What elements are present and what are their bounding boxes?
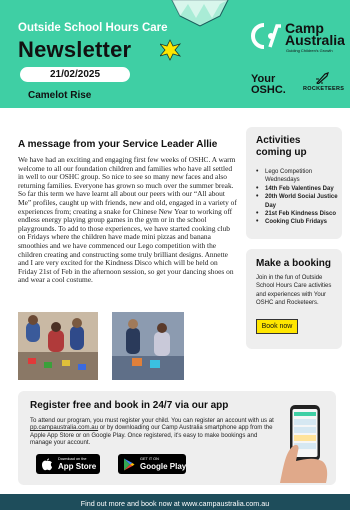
google-play-icon bbox=[124, 458, 135, 471]
message-body: We have had an exciting and engaging fir… bbox=[18, 155, 237, 285]
list-item: 21st Feb Kindness Disco bbox=[256, 210, 338, 219]
rocket-icon bbox=[316, 72, 329, 84]
footer-bar: Find out more and book now at www.campau… bbox=[0, 494, 350, 510]
list-item: Lego Competition Wednesdays bbox=[256, 168, 338, 185]
booking-panel: Make a booking Join in the fun of Outsid… bbox=[246, 249, 342, 349]
booking-title: Make a booking bbox=[256, 258, 332, 269]
your-oshc-logo: Your OSHC. bbox=[251, 73, 286, 96]
google-play-button[interactable]: GET IT ON Google Play bbox=[118, 454, 186, 474]
newsletter-header: Outside School Hours Care Newsletter 21/… bbox=[0, 0, 350, 108]
header-subtitle: Outside School Hours Care bbox=[18, 22, 168, 34]
activities-list: Lego Competition Wednesdays 14th Feb Val… bbox=[256, 168, 338, 227]
message-heading: A message from your Service Leader Allie bbox=[18, 139, 218, 150]
book-now-button[interactable]: Book now bbox=[256, 319, 298, 334]
photo-lego-display bbox=[112, 312, 184, 380]
header-title: Newsletter bbox=[18, 37, 132, 62]
phone-in-hand-illustration bbox=[280, 405, 328, 483]
brand-tagline: Guiding Children's Growth bbox=[286, 48, 333, 53]
apple-icon bbox=[42, 458, 52, 471]
photo-children-lego bbox=[18, 312, 98, 380]
list-item: 20th World Social Justice Day bbox=[256, 193, 338, 210]
activities-title: Activities coming up bbox=[256, 135, 307, 158]
brand-name-line2: Australia bbox=[285, 32, 345, 48]
list-item: Cooking Club Fridays bbox=[256, 218, 338, 227]
list-item: 14th Feb Valentines Day bbox=[256, 185, 338, 194]
star-banner-decoration bbox=[160, 0, 229, 61]
date-badge: 21/02/2025 bbox=[20, 67, 130, 82]
app-store-button[interactable]: Download on the App Store bbox=[36, 454, 100, 474]
location-label: Camelot Rise bbox=[28, 90, 92, 101]
camp-australia-logo-icon bbox=[251, 23, 281, 49]
register-panel: Register free and book in 24/7 via our a… bbox=[18, 391, 336, 485]
booking-text: Join in the fun of Outside School Hours … bbox=[256, 275, 332, 307]
activities-panel: Activities coming up Lego Competition We… bbox=[246, 127, 342, 239]
register-text: To attend our program, you must register… bbox=[30, 417, 274, 447]
register-title: Register free and book in 24/7 via our a… bbox=[30, 400, 229, 411]
rocketeers-logo-text: ROCKETEERS bbox=[303, 86, 345, 92]
parent-portal-link[interactable]: pp.campaustralia.com.au bbox=[30, 424, 98, 431]
